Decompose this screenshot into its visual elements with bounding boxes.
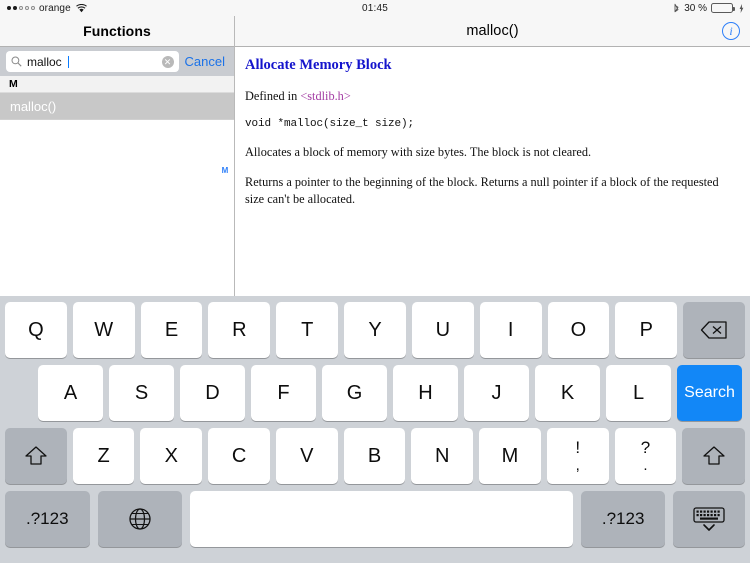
doc-signature: void *malloc(size_t size); bbox=[245, 118, 415, 131]
signal-strength-icon bbox=[7, 6, 35, 10]
key-s[interactable]: S bbox=[109, 365, 174, 421]
key-j[interactable]: J bbox=[464, 365, 529, 421]
key-l[interactable]: L bbox=[606, 365, 671, 421]
key-q[interactable]: Q bbox=[5, 302, 67, 358]
key-c[interactable]: C bbox=[208, 428, 270, 484]
master-title: Functions bbox=[83, 23, 151, 39]
bluetooth-icon bbox=[673, 3, 680, 14]
key-n[interactable]: N bbox=[411, 428, 474, 484]
index-letter-m[interactable]: M bbox=[222, 166, 229, 175]
hide-keyboard-icon bbox=[692, 506, 726, 532]
doc-paragraph-1: Allocates a block of memory with size by… bbox=[245, 145, 592, 160]
master-pane: Functions malloc ✕ Cancel M malloc() M bbox=[0, 16, 235, 296]
key-a[interactable]: A bbox=[38, 365, 103, 421]
key-question-period[interactable]: ? . bbox=[614, 428, 677, 484]
header-file-link[interactable]: <stdlib.h> bbox=[300, 89, 350, 103]
info-icon[interactable]: i bbox=[722, 22, 740, 40]
master-navbar: Functions bbox=[0, 16, 234, 47]
wifi-icon bbox=[75, 3, 87, 13]
functions-list: M malloc() bbox=[0, 76, 234, 120]
list-divider bbox=[0, 119, 234, 120]
key-p[interactable]: P bbox=[615, 302, 678, 358]
backspace-icon bbox=[700, 320, 728, 340]
app-screen: orange 01:45 30 % Functions malloc ✕ Can… bbox=[0, 0, 750, 563]
key-v[interactable]: V bbox=[275, 428, 338, 484]
key-u[interactable]: U bbox=[411, 302, 474, 358]
search-key[interactable]: Search bbox=[677, 365, 742, 421]
keyboard-row-2: A S D F G H J K L Search bbox=[0, 358, 750, 421]
key-x[interactable]: X bbox=[140, 428, 203, 484]
defined-in-label: Defined in bbox=[245, 89, 301, 103]
spacebar-key[interactable] bbox=[190, 491, 573, 547]
shift-icon bbox=[24, 445, 48, 467]
key-f[interactable]: F bbox=[251, 365, 316, 421]
key-o[interactable]: O bbox=[547, 302, 610, 358]
key-r[interactable]: R bbox=[208, 302, 271, 358]
detail-title: malloc() bbox=[466, 23, 519, 39]
detail-navbar: malloc() i bbox=[235, 16, 750, 47]
status-bar-right: 30 % bbox=[517, 3, 750, 14]
carrier-label: orange bbox=[39, 2, 71, 14]
search-bar: malloc ✕ Cancel bbox=[0, 47, 234, 76]
status-bar-clock: 01:45 bbox=[361, 2, 389, 14]
list-item[interactable]: malloc() bbox=[0, 93, 234, 119]
key-i[interactable]: I bbox=[479, 302, 542, 358]
key-exclamation-label: ! bbox=[575, 438, 581, 457]
backspace-key[interactable] bbox=[683, 302, 745, 358]
key-y[interactable]: Y bbox=[344, 302, 406, 358]
cancel-button[interactable]: Cancel bbox=[185, 54, 228, 69]
search-input-value: malloc bbox=[27, 54, 62, 69]
list-item-label: malloc() bbox=[10, 98, 57, 114]
shift-key-left[interactable] bbox=[4, 428, 67, 484]
status-bar-left: orange bbox=[0, 3, 233, 14]
hide-keyboard-key[interactable] bbox=[673, 491, 745, 547]
numeric-key-right[interactable]: .?123 bbox=[580, 491, 666, 547]
shift-key-right[interactable] bbox=[682, 428, 746, 484]
battery-percent-label: 30 % bbox=[684, 2, 707, 14]
charging-bolt-icon bbox=[739, 3, 744, 13]
battery-icon bbox=[711, 3, 735, 13]
keyboard-row-4: .?123 .?123 bbox=[0, 484, 750, 547]
shift-icon bbox=[702, 445, 726, 467]
doc-paragraph-2: Returns a pointer to the beginning of th… bbox=[245, 175, 719, 206]
numeric-key-left[interactable]: .?123 bbox=[5, 491, 90, 547]
key-z[interactable]: Z bbox=[72, 428, 135, 484]
key-b[interactable]: B bbox=[343, 428, 406, 484]
status-bar: orange 01:45 30 % bbox=[0, 0, 750, 16]
key-period-label: . bbox=[643, 457, 648, 474]
text-caret bbox=[67, 55, 69, 68]
key-question-label: ? bbox=[640, 438, 651, 457]
key-g[interactable]: G bbox=[322, 365, 387, 421]
key-t[interactable]: T bbox=[276, 302, 339, 358]
doc-heading: Allocate Memory Block bbox=[245, 57, 392, 73]
section-index-bar[interactable]: M bbox=[218, 166, 232, 175]
clear-text-icon[interactable]: ✕ bbox=[161, 55, 174, 68]
detail-pane: malloc() i Allocate Memory Block Defined… bbox=[235, 16, 750, 296]
key-w[interactable]: W bbox=[72, 302, 135, 358]
key-k[interactable]: K bbox=[535, 365, 600, 421]
globe-key[interactable] bbox=[97, 491, 183, 547]
key-h[interactable]: H bbox=[393, 365, 458, 421]
search-icon bbox=[11, 56, 22, 67]
key-d[interactable]: D bbox=[180, 365, 245, 421]
documentation-content: Allocate Memory Block Defined in <stdlib… bbox=[235, 47, 750, 207]
globe-icon bbox=[128, 507, 152, 531]
keyboard-row-3: Z X C V B N M ! , ? . bbox=[0, 421, 750, 484]
onscreen-keyboard: Q W E R T Y U I O P A S D F G H J K L Se… bbox=[0, 296, 750, 563]
key-comma-label: , bbox=[575, 457, 580, 474]
split-view: Functions malloc ✕ Cancel M malloc() M m… bbox=[0, 16, 750, 296]
keyboard-row-1: Q W E R T Y U I O P bbox=[0, 302, 750, 358]
key-e[interactable]: E bbox=[140, 302, 203, 358]
doc-defined-in: Defined in <stdlib.h> bbox=[245, 88, 738, 104]
key-m[interactable]: M bbox=[479, 428, 541, 484]
key-exclamation-comma[interactable]: ! , bbox=[546, 428, 609, 484]
search-input[interactable]: malloc ✕ bbox=[6, 51, 179, 72]
section-header-m: M bbox=[0, 76, 234, 93]
